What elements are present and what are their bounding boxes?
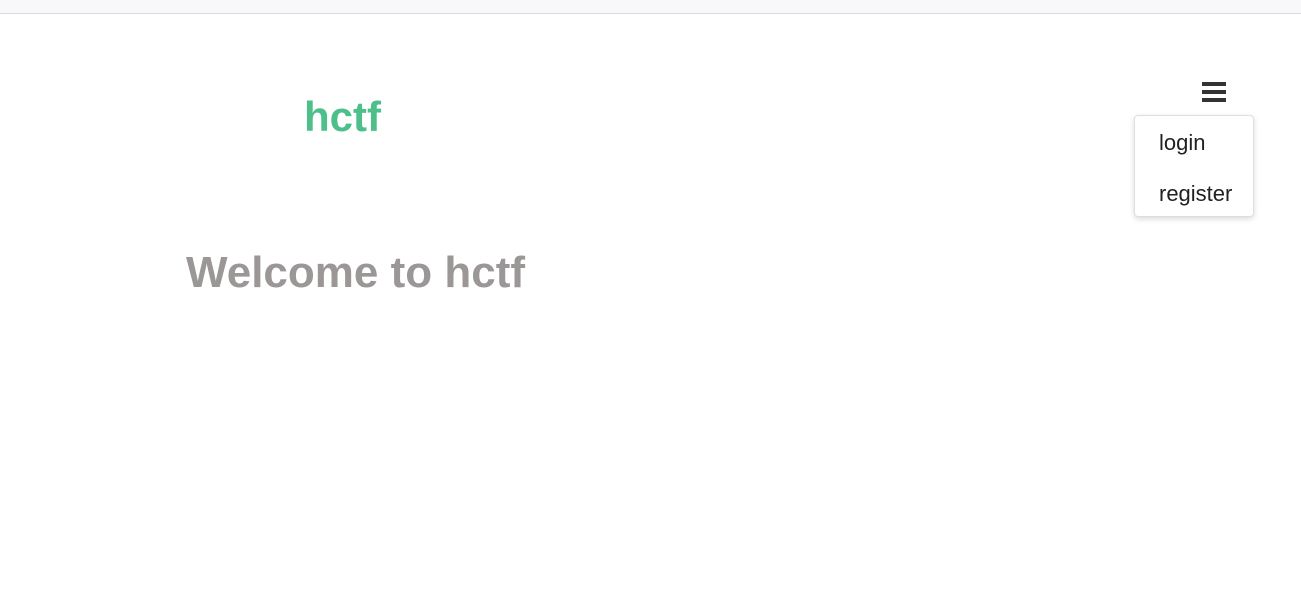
hamburger-bar-middle <box>1202 90 1226 94</box>
menu-item-login[interactable]: login <box>1159 129 1205 157</box>
hamburger-bar-top <box>1202 82 1226 86</box>
welcome-heading: Welcome to hctf <box>186 248 526 297</box>
brand-logo-link[interactable]: hctf <box>304 92 381 142</box>
hamburger-svg <box>1202 82 1226 102</box>
hamburger-menu-icon[interactable] <box>1200 78 1228 106</box>
hamburger-bar-bottom <box>1202 98 1226 102</box>
dropdown-menu: login register <box>1134 115 1254 217</box>
browser-top-strip <box>0 0 1301 14</box>
page: hctf login register Welcome to hctf <box>0 0 1301 616</box>
menu-item-register[interactable]: register <box>1159 180 1232 208</box>
